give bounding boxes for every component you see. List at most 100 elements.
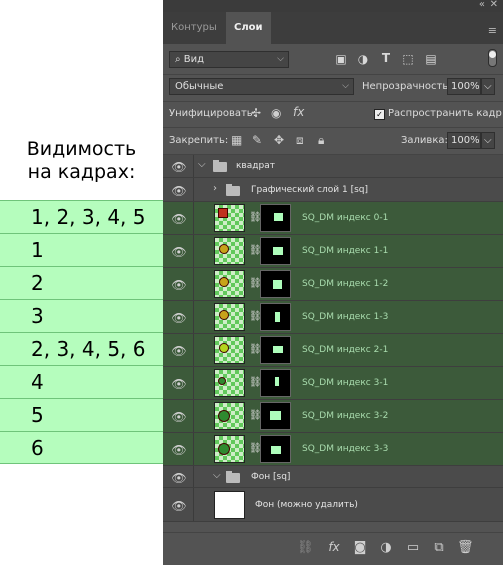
delete-icon[interactable]: 🗑︎ [457, 540, 474, 555]
tab-paths[interactable]: Контуры [163, 12, 225, 44]
chevron-down-icon: ⌵ [484, 135, 492, 146]
new-group-icon[interactable]: ▭ [405, 540, 421, 555]
filter-toggle[interactable] [488, 49, 497, 67]
mask-thumbnail[interactable] [260, 237, 291, 265]
eye-icon[interactable]: 👁︎ [170, 311, 188, 325]
layer-row[interactable]: 👁︎ › Графический слой 1 [sq] [163, 178, 503, 202]
tab-layers[interactable]: Слои [226, 12, 271, 44]
fill-dropdown-button[interactable]: ⌵ [481, 132, 495, 149]
mask-shape [273, 280, 282, 289]
layer-thumbnail[interactable] [214, 204, 245, 232]
mask-shape [271, 446, 281, 454]
chain-link-icon[interactable]: ⛓︎ [249, 443, 262, 455]
close-icon[interactable]: ✕ [490, 0, 498, 10]
lock-all-icon[interactable]: 🔒︎ [318, 133, 324, 148]
layer-row[interactable]: 👁︎ ⛓︎ SQ_DM индекс 0-1 [163, 202, 503, 235]
eye-column-divider [193, 301, 194, 333]
lock-transparency-icon[interactable]: ▦ [231, 133, 242, 147]
mask-thumbnail[interactable] [260, 336, 291, 364]
chevron-right-icon[interactable]: › [213, 183, 217, 194]
adjustment-filter-icon[interactable]: ◑ [356, 52, 370, 66]
unify-position-icon[interactable]: ✢ [251, 106, 261, 120]
shape-filter-icon[interactable]: ⬚ [401, 52, 415, 66]
eye-icon[interactable]: 👁︎ [170, 245, 188, 259]
layer-row[interactable]: 👁︎ ⛓︎ SQ_DM индекс 1-1 [163, 235, 503, 268]
blend-mode-value: Обычные [175, 81, 224, 92]
mask-shape [273, 247, 283, 255]
link-layers-icon[interactable]: ⛓︎ [297, 540, 314, 555]
layer-thumbnail[interactable] [214, 369, 245, 397]
chain-link-icon[interactable]: ⛓︎ [249, 344, 262, 356]
chain-link-icon[interactable]: ⛓︎ [249, 245, 262, 257]
chain-link-icon[interactable]: ⛓︎ [249, 212, 262, 224]
chain-link-icon[interactable]: ⛓︎ [249, 377, 262, 389]
eye-icon[interactable]: 👁︎ [170, 471, 188, 485]
mask-thumbnail[interactable] [260, 435, 291, 463]
type-filter-icon[interactable]: T [379, 51, 393, 65]
layer-row[interactable]: 👁︎ ⌵ Фон [sq] [163, 466, 503, 488]
sprite-icon [218, 410, 230, 422]
chain-link-icon[interactable]: ⛓︎ [249, 410, 262, 422]
blend-mode-select[interactable]: Обычные ⌵ [169, 78, 354, 95]
eye-icon[interactable]: 👁︎ [170, 410, 188, 424]
layer-row[interactable]: 👁︎ ⛓︎ SQ_DM индекс 1-3 [163, 301, 503, 334]
layer-thumbnail[interactable] [214, 491, 245, 519]
mask-icon[interactable]: ◙ [352, 540, 368, 555]
lock-artboard-icon[interactable]: ⧈ [296, 133, 304, 148]
opacity-input[interactable]: 100% [447, 78, 481, 95]
layer-thumbnail[interactable] [214, 237, 245, 265]
layer-row[interactable]: 👁︎ ⛓︎ SQ_DM индекс 3-2 [163, 400, 503, 433]
eye-icon[interactable]: 👁︎ [170, 278, 188, 292]
panel-menu-icon[interactable]: ≡ [488, 24, 497, 37]
mask-thumbnail[interactable] [260, 204, 291, 232]
mask-thumbnail[interactable] [260, 270, 291, 298]
fx-icon[interactable]: fx [326, 540, 342, 554]
lock-pixels-icon[interactable]: ✎ [252, 133, 262, 147]
eye-icon[interactable]: 👁︎ [170, 344, 188, 358]
mask-thumbnail[interactable] [260, 303, 291, 331]
mask-thumbnail[interactable] [260, 369, 291, 397]
new-layer-icon[interactable]: ⧉ [431, 540, 447, 555]
eye-icon[interactable]: 👁︎ [170, 160, 188, 174]
chain-link-icon[interactable]: ⛓︎ [249, 278, 262, 290]
chevron-down-icon[interactable]: ⌵ [198, 159, 206, 170]
layer-name: SQ_DM индекс 0-1 [302, 213, 389, 223]
layer-thumbnail[interactable] [214, 270, 245, 298]
layer-row[interactable]: 👁︎ Фон (можно удалить) [163, 488, 503, 522]
filter-kind-select[interactable]: ⌕ Вид ⌵ [169, 51, 289, 68]
eye-icon[interactable]: 👁︎ [170, 499, 188, 513]
search-icon: ⌕ [175, 54, 184, 65]
layer-row[interactable]: 👁︎ ⛓︎ SQ_DM индекс 2-1 [163, 334, 503, 367]
layer-row[interactable]: 👁︎ ⛓︎ SQ_DM индекс 3-1 [163, 367, 503, 400]
visibility-title: Видимость на кадрах: [0, 138, 163, 184]
lock-position-icon[interactable]: ✥ [274, 133, 284, 147]
opacity-dropdown-button[interactable]: ⌵ [481, 78, 495, 95]
chevron-down-icon[interactable]: ⌵ [213, 470, 221, 481]
eye-icon[interactable]: 👁︎ [170, 377, 188, 391]
fill-input[interactable]: 100% [447, 132, 481, 149]
unify-style-icon[interactable]: fx [293, 105, 304, 119]
sprite-icon [219, 244, 229, 254]
layer-row[interactable]: 👁︎ ⌵ квадрат [163, 155, 503, 178]
propagate-checkbox[interactable]: ✓ [374, 109, 385, 120]
layer-name: SQ_DM индекс 3-3 [302, 444, 389, 454]
unify-label: Унифицировать: [169, 108, 257, 119]
layer-row[interactable]: 👁︎ ⛓︎ SQ_DM индекс 1-2 [163, 268, 503, 301]
collapse-icon[interactable]: « [479, 0, 485, 10]
image-filter-icon[interactable]: ▣ [334, 52, 348, 66]
layer-thumbnail[interactable] [214, 303, 245, 331]
layer-thumbnail[interactable] [214, 402, 245, 430]
unify-row: Унифицировать: ✢ ◉ fx ✓ Распространить к… [163, 102, 503, 128]
layer-name: квадрат [236, 161, 275, 171]
chain-link-icon[interactable]: ⛓︎ [249, 311, 262, 323]
adjustment-layer-icon[interactable]: ◑ [378, 540, 394, 555]
layer-thumbnail[interactable] [214, 336, 245, 364]
eye-icon[interactable]: 👁︎ [170, 443, 188, 457]
mask-thumbnail[interactable] [260, 402, 291, 430]
smart-object-filter-icon[interactable]: ▤ [424, 52, 438, 66]
unify-visibility-icon[interactable]: ◉ [271, 106, 281, 120]
layer-thumbnail[interactable] [214, 435, 245, 463]
eye-icon[interactable]: 👁︎ [170, 184, 188, 198]
eye-icon[interactable]: 👁︎ [170, 212, 188, 226]
layer-row[interactable]: 👁︎ ⛓︎ SQ_DM индекс 3-3 [163, 433, 503, 466]
